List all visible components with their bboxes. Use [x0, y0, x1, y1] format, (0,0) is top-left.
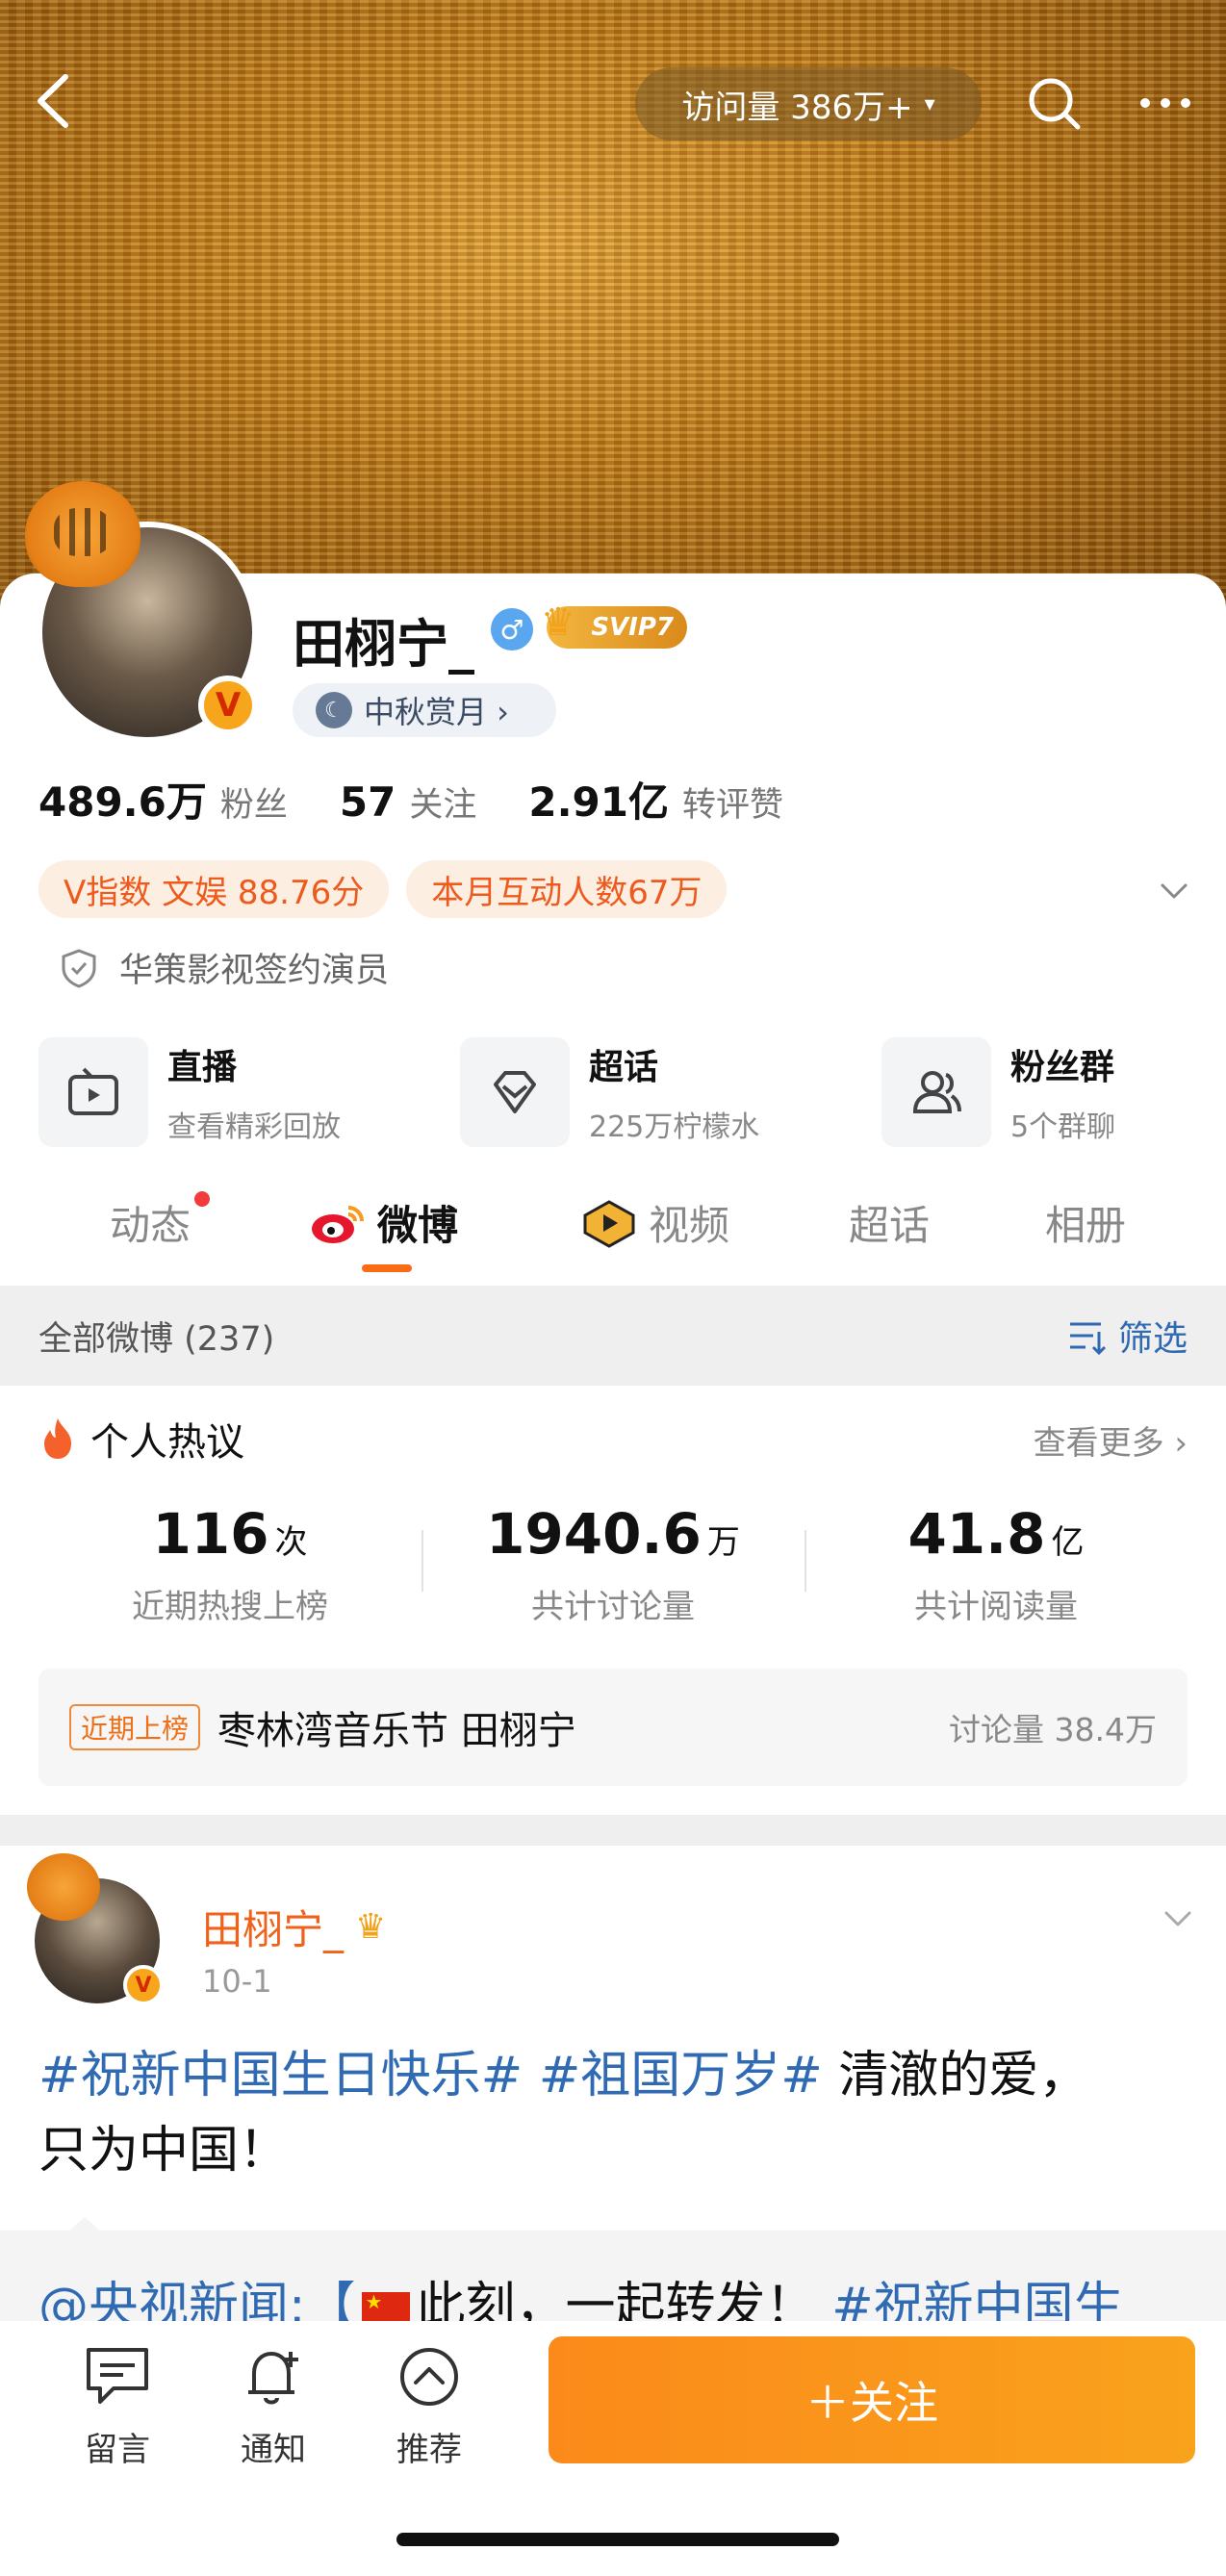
- service-supertopic-title: 超话: [589, 1048, 659, 1087]
- chevron-down-icon: [1161, 883, 1188, 899]
- post-text-line2: 只为中国！: [38, 2122, 290, 2180]
- chevron-up-circle-icon: [400, 2348, 458, 2406]
- filter-bar: 全部微博 (237) 筛选: [0, 1286, 1226, 1386]
- moon-festival-chip[interactable]: ☾ 中秋赏月 ›: [293, 683, 556, 737]
- moon-icon: ☾: [316, 692, 352, 728]
- hot-discussion-section: 个人热议 查看更多 › 116 次 近期热搜上榜 1940.6 万 共计讨论量 41…: [0, 1386, 1226, 1815]
- post-body: #祝新中国生日快乐# #祖国万岁# 清澈的爱， 只为中国！: [38, 2038, 1188, 2188]
- chevron-down-icon: [1164, 1911, 1191, 1926]
- filter-button[interactable]: 筛选: [1066, 1311, 1188, 1361]
- hashtag-link[interactable]: #祝新中国生日快乐#: [38, 2047, 523, 2104]
- hot-more-link[interactable]: 查看更多 ›: [1034, 1416, 1188, 1464]
- more-dots-icon: [1140, 98, 1190, 108]
- moon-chip-label: 中秋赏月 ›: [364, 694, 509, 730]
- comment-icon: [87, 2348, 148, 2404]
- caret-down-icon: ▾: [924, 91, 935, 116]
- shield-icon: [62, 948, 96, 988]
- post-menu-button[interactable]: [1159, 1900, 1197, 1938]
- post-avatar[interactable]: V: [27, 1853, 169, 2009]
- tv-icon: [68, 1067, 118, 1115]
- v-index-pill[interactable]: V指数 文娱 88.76分: [38, 860, 390, 918]
- tab-video[interactable]: 视频: [581, 1193, 729, 1252]
- following-count[interactable]: 57: [340, 778, 396, 826]
- interaction-pill[interactable]: 本月互动人数67万: [406, 860, 728, 918]
- profile-pills: V指数 文娱 88.76分 本月互动人数67万: [38, 860, 728, 918]
- profile-stats: 489.6万 粉丝 57 关注 2.91亿 转评赞: [38, 770, 835, 829]
- service-fan-group[interactable]: 粉丝群 5个群聊: [881, 1037, 1226, 1147]
- back-button[interactable]: [29, 67, 77, 135]
- more-button[interactable]: [1132, 69, 1199, 137]
- comment-button[interactable]: 留言: [60, 2340, 175, 2470]
- certification-text: 华策影视签约演员: [119, 952, 390, 990]
- hot-stat-trending: 116 次 近期热搜上榜: [132, 1501, 328, 1626]
- likes-count[interactable]: 2.91亿: [528, 770, 669, 829]
- services-row: 直播 查看精彩回放 超话 225万柠檬水 粉丝群 5个群聊: [38, 1037, 1226, 1147]
- group-icon: [912, 1071, 961, 1113]
- service-supertopic[interactable]: 超话 225万柠檬水: [460, 1037, 881, 1147]
- weibo-count: 全部微博 (237): [38, 1319, 275, 1359]
- filter-icon: [1069, 1322, 1107, 1356]
- hot-title: 个人热议: [38, 1411, 244, 1467]
- hot-trend-item[interactable]: 近期上榜 枣林湾音乐节 田栩宁 讨论量 38.4万: [38, 1669, 1188, 1786]
- recommend-button[interactable]: 推荐: [371, 2340, 487, 2470]
- post-author[interactable]: 田栩宁_ ♛: [202, 1898, 386, 1956]
- visits-label: 访问量 386万+: [681, 88, 913, 127]
- unread-dot: [194, 1191, 211, 1207]
- section-divider: [0, 1815, 1226, 1846]
- profile-avatar[interactable]: V: [25, 481, 258, 743]
- search-button[interactable]: [1020, 69, 1087, 137]
- profile-name: 田栩宁_: [293, 614, 474, 675]
- follow-button[interactable]: ＋关注: [549, 2336, 1195, 2463]
- bell-icon: [248, 2352, 298, 2405]
- certification: 华策影视签约演员: [58, 943, 389, 992]
- verified-badge-icon: V: [123, 1965, 164, 2005]
- notify-button[interactable]: 通知: [216, 2340, 331, 2470]
- hashtag-link[interactable]: #祖国万岁#: [539, 2047, 823, 2104]
- svip-label: SVIP7: [591, 613, 674, 642]
- service-live-title: 直播: [167, 1048, 238, 1087]
- video-logo-icon: [583, 1199, 635, 1248]
- back-arrow-icon: [38, 74, 68, 128]
- tab-album[interactable]: 相册: [1045, 1193, 1126, 1252]
- trend-count: 讨论量 38.4万: [949, 1711, 1157, 1748]
- trend-text: 枣林湾音乐节 田栩宁: [217, 1709, 576, 1753]
- visits-button[interactable]: 访问量 386万+ ▾: [635, 67, 982, 140]
- crown-icon: ♛: [355, 1907, 387, 1947]
- weibo-logo-icon: [312, 1205, 364, 1243]
- trend-tag: 近期上榜: [69, 1704, 201, 1750]
- hot-stats: 116 次 近期热搜上榜 1940.6 万 共计讨论量 41.8 亿 共计阅读量: [38, 1501, 1188, 1627]
- expand-profile-button[interactable]: [1155, 872, 1193, 910]
- flame-icon: [44, 1418, 71, 1459]
- service-fan-group-title: 粉丝群: [1010, 1048, 1115, 1087]
- service-fan-group-subtitle: 5个群聊: [1010, 1110, 1116, 1144]
- service-supertopic-subtitle: 225万柠檬水: [589, 1110, 760, 1144]
- tiger-decoration-icon: [27, 1853, 100, 1921]
- service-live[interactable]: 直播 查看精彩回放: [38, 1037, 460, 1147]
- diamond-icon: [494, 1071, 536, 1113]
- svip-badge[interactable]: ♛ SVIP7: [541, 600, 687, 649]
- hot-stat-reads: 41.8 亿 共计阅读量: [805, 1501, 1188, 1627]
- tab-supertopic[interactable]: 超话: [849, 1193, 930, 1252]
- fans-count[interactable]: 489.6万: [38, 770, 207, 829]
- service-live-subtitle: 查看精彩回放: [167, 1110, 341, 1144]
- tab-weibo[interactable]: 微博: [310, 1193, 458, 1252]
- hot-stat-discussion: 1940.6 万 共计讨论量: [421, 1501, 805, 1627]
- tab-feed[interactable]: 动态: [110, 1191, 211, 1252]
- tiger-decoration-icon: [25, 481, 140, 587]
- following-label[interactable]: 关注: [409, 778, 476, 827]
- home-indicator: [396, 2533, 839, 2546]
- verified-badge-icon: V: [198, 676, 258, 735]
- fans-label[interactable]: 粉丝: [220, 778, 288, 827]
- active-tab-indicator: [362, 1264, 412, 1272]
- crown-icon: ♛: [541, 600, 575, 645]
- post-text: 清澈的爱，: [822, 2047, 1089, 2104]
- likes-label[interactable]: 转评赞: [682, 778, 783, 827]
- male-icon: ♂: [491, 608, 533, 650]
- profile-tabs: 动态 微博 视频 超话 相册: [0, 1180, 1226, 1276]
- search-icon: [1029, 78, 1081, 130]
- filter-label: 筛选: [1117, 1319, 1188, 1359]
- post-date: 10-1: [202, 1963, 272, 2000]
